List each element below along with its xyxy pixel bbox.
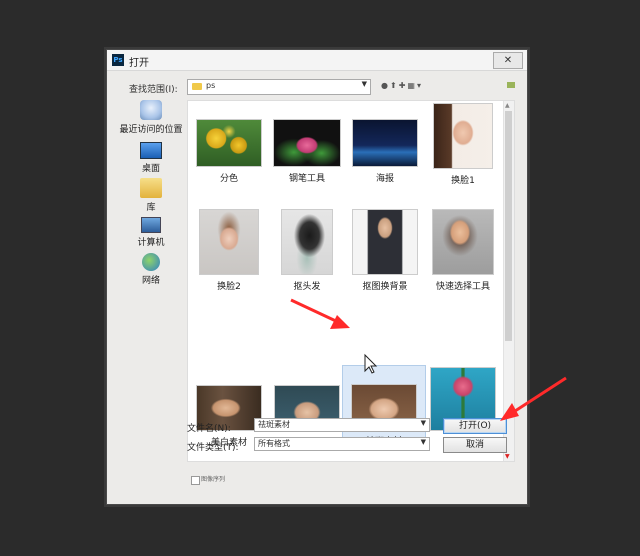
mouse-cursor-icon bbox=[364, 353, 378, 374]
annotation-overlay bbox=[290, 298, 567, 421]
red-arrow-to-file bbox=[290, 298, 350, 329]
red-arrow-to-open-button bbox=[500, 376, 567, 421]
